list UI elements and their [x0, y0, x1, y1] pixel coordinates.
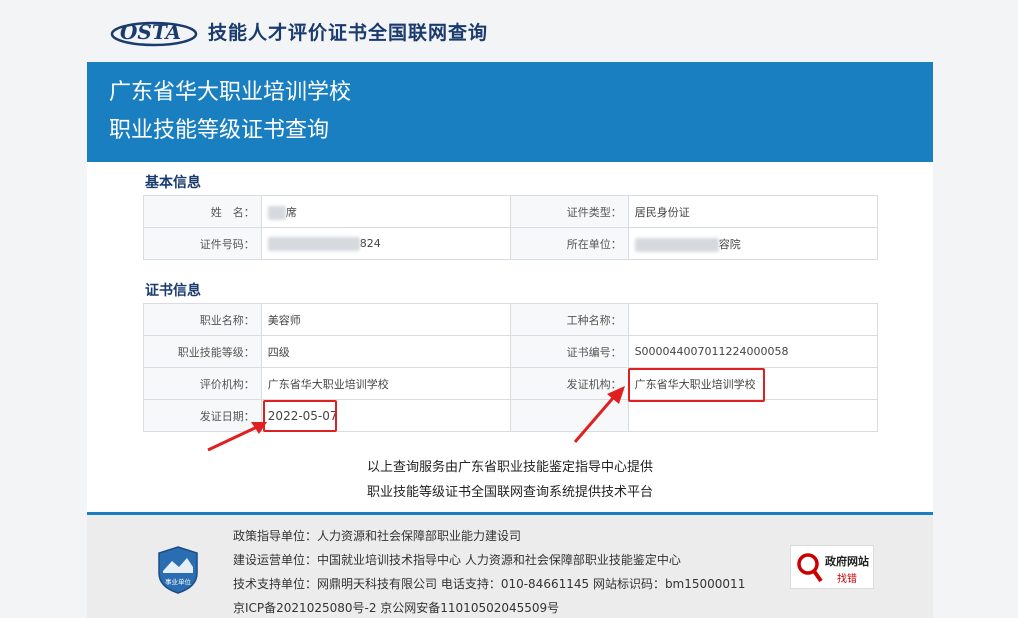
skill-level-value: 四级: [260, 335, 511, 368]
footer: 事业单位 政策指导单位：人力资源和社会保障部职业能力建设司 建设运营单位：中国就…: [87, 512, 933, 618]
footer-support-line: 技术支持单位：网鼎明天科技有限公司 电话支持：010-84661145 网站标识…: [233, 577, 746, 591]
svg-text:OSTA: OSTA: [120, 20, 181, 44]
basic-info-table: 姓 名： 席 证件类型： 居民身份证 证件号码： 824 所在单位： 容院: [143, 195, 879, 260]
evaluator-label: 评价机构：: [143, 367, 262, 400]
gov-badge-title: 政府网站: [825, 555, 869, 568]
employer-label: 所在单位：: [510, 227, 629, 260]
id-type-label: 证件类型：: [510, 195, 629, 228]
gov-badge-subtitle: 找错: [837, 574, 857, 585]
id-number-value: 824: [359, 236, 381, 250]
cert-number-label: 证书编号：: [509, 335, 629, 368]
cert-info-title: 证书信息: [145, 283, 201, 299]
skill-level-label: 职业技能等级：: [143, 335, 262, 368]
employer-value: 容院: [718, 237, 741, 251]
basic-info-title: 基本信息: [145, 175, 201, 191]
cert-info-table: 职业名称： 美容师 工种名称： 职业技能等级： 四级 证书编号： S000044…: [143, 303, 879, 432]
table-row: 评价机构： 广东省华大职业培训学校 发证机构： 广东省华大职业培训学校: [143, 367, 879, 400]
name-value: 席: [285, 205, 297, 219]
site-title: 技能人才评价证书全国联网查询: [208, 22, 489, 44]
svg-text:事业单位: 事业单位: [165, 577, 192, 586]
magnifier-icon: [797, 553, 823, 583]
id-number-label: 证件号码：: [143, 227, 262, 260]
empty-value: [627, 399, 879, 432]
notice-line-1: 以上查询服务由广东省职业技能鉴定指导中心提供: [366, 460, 653, 475]
school-name: 广东省华大职业培训学校: [109, 80, 352, 105]
footer-icp-line[interactable]: 京ICP备2021025080号-2 京公网安备11010502045509号: [233, 599, 559, 616]
redacted-block: [267, 236, 360, 251]
table-row: 证件号码： 824 所在单位： 容院: [143, 227, 879, 260]
issuer-highlight-box: [628, 368, 765, 402]
gov-site-error-badge[interactable]: 政府网站 找错: [790, 545, 874, 589]
redacted-block: [267, 205, 286, 220]
job-type-label: 工种名称：: [509, 303, 629, 336]
notice-line-2: 职业技能等级证书全国联网查询系统提供技术平台: [366, 485, 653, 500]
name-label: 姓 名：: [143, 195, 262, 228]
occupation-label: 职业名称：: [143, 303, 262, 336]
page-heading: 职业技能等级证书查询: [109, 118, 330, 143]
banner: 广东省华大职业培训学校 职业技能等级证书查询: [87, 62, 933, 162]
issuer-arrow-icon: [573, 386, 625, 443]
footer-policy-line: 政策指导单位：人力资源和社会保障部职业能力建设司: [233, 529, 522, 543]
job-type-value: [627, 303, 879, 336]
site-header: OSTA 技能人才评价证书全国联网查询: [0, 0, 1018, 62]
osta-logo: OSTA: [110, 20, 198, 47]
occupation-value: 美容师: [260, 303, 511, 336]
redacted-block: [634, 237, 719, 252]
public-institution-emblem-icon[interactable]: 事业单位: [157, 545, 199, 595]
footer-operator-line: 建设运营单位：中国就业培训技术指导中心 人力资源和社会保障部职业技能鉴定中心: [233, 553, 681, 567]
date-arrow-icon: [207, 422, 267, 452]
evaluator-value: 广东省华大职业培训学校: [260, 367, 511, 400]
table-row: 姓 名： 席 证件类型： 居民身份证: [143, 195, 879, 228]
id-type-value: 居民身份证: [627, 195, 879, 228]
cert-number-value: S000044007011224000058: [627, 335, 879, 368]
table-row: 职业技能等级： 四级 证书编号： S000044007011224000058: [143, 335, 879, 368]
table-row: 职业名称： 美容师 工种名称：: [143, 303, 879, 336]
